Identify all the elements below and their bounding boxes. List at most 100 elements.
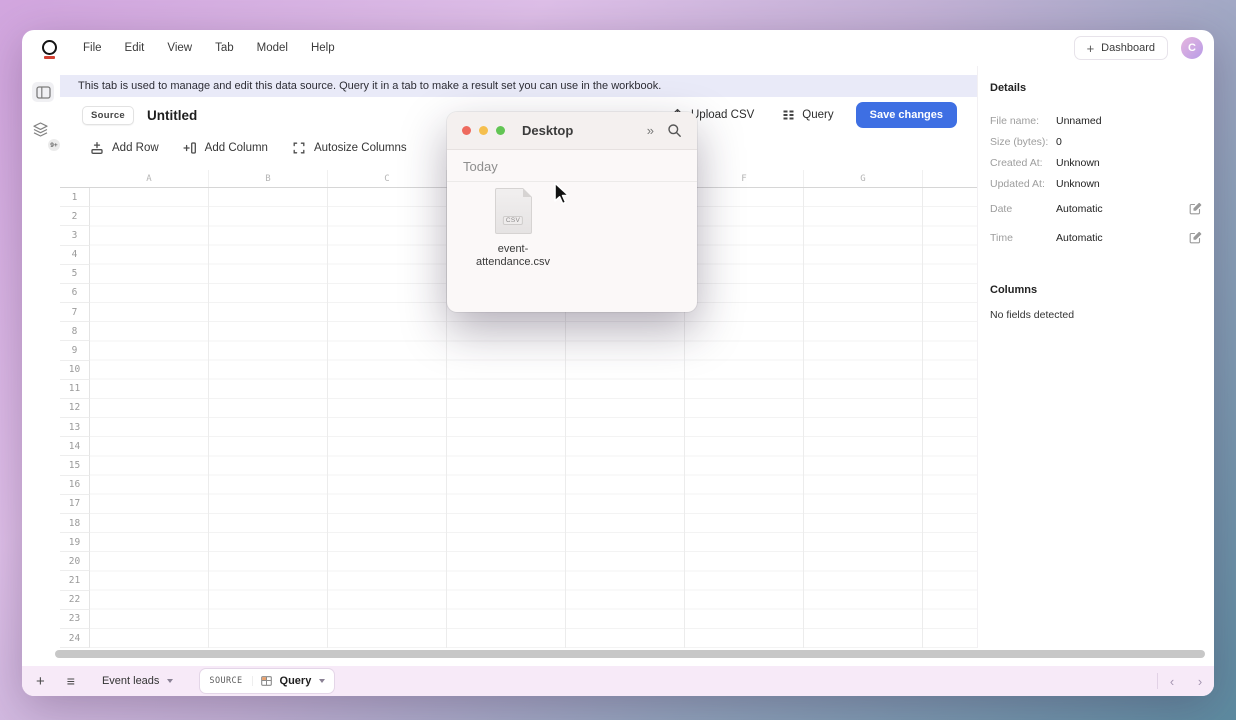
row-number[interactable]: 16 xyxy=(60,476,90,495)
detail-row: File name:Unnamed xyxy=(990,110,1214,131)
tab-source-label[interactable]: SOURCE xyxy=(209,676,252,686)
bottom-bar: + ≡ Event leads SOURCE Query ‹ › xyxy=(22,666,1214,696)
row-number[interactable]: 22 xyxy=(60,591,90,610)
tab-list-menu-button[interactable]: ≡ xyxy=(67,674,75,688)
add-tab-button[interactable]: + xyxy=(36,674,45,689)
detail-label: Time xyxy=(990,232,1056,244)
finder-window[interactable]: Desktop » Today CSV event- attendance.cs… xyxy=(447,112,697,312)
row-number[interactable]: 23 xyxy=(60,610,90,629)
layers-icon xyxy=(32,122,49,138)
detail-label: Updated At: xyxy=(990,178,1056,190)
row-number[interactable]: 10 xyxy=(60,361,90,380)
grid-corner xyxy=(60,170,90,187)
layers-count-badge: 9+ xyxy=(48,139,60,151)
row-number[interactable]: 14 xyxy=(60,437,90,456)
menu-help[interactable]: Help xyxy=(311,42,335,54)
details-rows: File name:UnnamedSize (bytes):0Created A… xyxy=(990,110,1214,252)
details-title: Details xyxy=(990,82,1214,94)
tab-query-label: Query xyxy=(280,675,312,687)
app-logo-icon[interactable] xyxy=(42,40,57,55)
layers-button[interactable]: 9+ xyxy=(32,122,56,148)
detail-row: Size (bytes):0 xyxy=(990,131,1214,152)
mouse-cursor xyxy=(553,182,573,206)
detail-value: Automatic xyxy=(1056,232,1103,244)
add-column-label: Add Column xyxy=(205,142,268,154)
row-number[interactable]: 11 xyxy=(60,380,90,399)
detail-row: Created At:Unknown xyxy=(990,152,1214,173)
detail-label: Created At: xyxy=(990,157,1056,169)
detail-value: Unnamed xyxy=(1056,115,1102,127)
dashboard-button[interactable]: + Dashboard xyxy=(1074,36,1168,60)
column-header-F[interactable]: F xyxy=(685,170,804,187)
zoom-window-icon[interactable] xyxy=(496,126,505,135)
row-number[interactable]: 15 xyxy=(60,456,90,475)
add-row-button[interactable]: Add Row xyxy=(90,141,159,155)
menu-view[interactable]: View xyxy=(167,42,192,54)
menu-file[interactable]: File xyxy=(83,42,102,54)
row-number[interactable]: 7 xyxy=(60,303,90,322)
close-window-icon[interactable] xyxy=(462,126,471,135)
next-tab-arrow[interactable]: › xyxy=(1186,674,1214,689)
row-number[interactable]: 5 xyxy=(60,265,90,284)
column-header-C[interactable]: C xyxy=(328,170,447,187)
chevron-down-icon[interactable] xyxy=(319,679,325,683)
finder-titlebar: Desktop » xyxy=(447,112,697,150)
active-tab-group[interactable]: SOURCE Query xyxy=(200,669,334,693)
edit-pencil-icon[interactable] xyxy=(1189,231,1202,244)
workbook-tab-label: Event leads xyxy=(102,675,159,687)
avatar[interactable]: C xyxy=(1181,37,1203,59)
sidebar-toggle-button[interactable] xyxy=(32,82,54,102)
finder-section-today: Today xyxy=(447,150,697,182)
file-name-line2: attendance.csv xyxy=(476,256,550,269)
result-table-icon xyxy=(261,676,272,686)
detail-label: Size (bytes): xyxy=(990,136,1056,148)
row-number[interactable]: 8 xyxy=(60,322,90,341)
finder-title: Desktop xyxy=(522,123,573,138)
query-icon xyxy=(782,109,795,121)
column-header-A[interactable]: A xyxy=(90,170,209,187)
save-changes-button[interactable]: Save changes xyxy=(856,102,957,128)
row-number[interactable]: 4 xyxy=(60,246,90,265)
row-number[interactable]: 12 xyxy=(60,399,90,418)
row-number[interactable]: 3 xyxy=(60,226,90,245)
row-number[interactable]: 17 xyxy=(60,495,90,514)
row-number[interactable]: 19 xyxy=(60,533,90,552)
autosize-columns-icon xyxy=(292,141,306,155)
column-header-G[interactable]: G xyxy=(804,170,923,187)
menu-tab[interactable]: Tab xyxy=(215,42,234,54)
add-column-button[interactable]: Add Column xyxy=(183,141,268,155)
file-name-line1: event- xyxy=(476,243,550,256)
menu-edit[interactable]: Edit xyxy=(125,42,145,54)
autosize-columns-button[interactable]: Autosize Columns xyxy=(292,141,407,155)
row-number[interactable]: 18 xyxy=(60,514,90,533)
row-number[interactable]: 13 xyxy=(60,418,90,437)
column-header-B[interactable]: B xyxy=(209,170,328,187)
row-number[interactable]: 2 xyxy=(60,207,90,226)
add-row-icon xyxy=(90,141,104,155)
minimize-window-icon[interactable] xyxy=(479,126,488,135)
query-button[interactable]: Query xyxy=(772,103,843,127)
chevron-down-icon xyxy=(167,679,173,683)
prev-tab-arrow[interactable]: ‹ xyxy=(1158,674,1186,689)
horizontal-scrollbar[interactable] xyxy=(55,650,1205,658)
menu-bar: File Edit View Tab Model Help + Dashboard C xyxy=(22,30,1214,66)
columns-empty-text: No fields detected xyxy=(990,309,1214,321)
row-number[interactable]: 9 xyxy=(60,341,90,360)
edit-pencil-icon[interactable] xyxy=(1189,202,1202,215)
row-number[interactable]: 6 xyxy=(60,284,90,303)
autosize-columns-label: Autosize Columns xyxy=(314,142,407,154)
left-rail: 9+ xyxy=(22,66,60,666)
upload-csv-label: Upload CSV xyxy=(691,109,754,121)
source-badge: Source xyxy=(82,106,134,125)
row-number[interactable]: 24 xyxy=(60,629,90,648)
row-number[interactable]: 1 xyxy=(60,188,90,207)
file-tile-event-attendance[interactable]: CSV event- attendance.csv xyxy=(467,188,559,269)
row-number[interactable]: 21 xyxy=(60,571,90,590)
workbook-tab-event-leads[interactable]: Event leads xyxy=(102,675,173,687)
more-options-icon[interactable]: » xyxy=(647,123,654,138)
document-title[interactable]: Untitled xyxy=(147,108,197,123)
search-icon[interactable] xyxy=(667,123,682,138)
add-column-icon xyxy=(183,141,197,155)
row-number[interactable]: 20 xyxy=(60,552,90,571)
menu-model[interactable]: Model xyxy=(257,42,288,54)
